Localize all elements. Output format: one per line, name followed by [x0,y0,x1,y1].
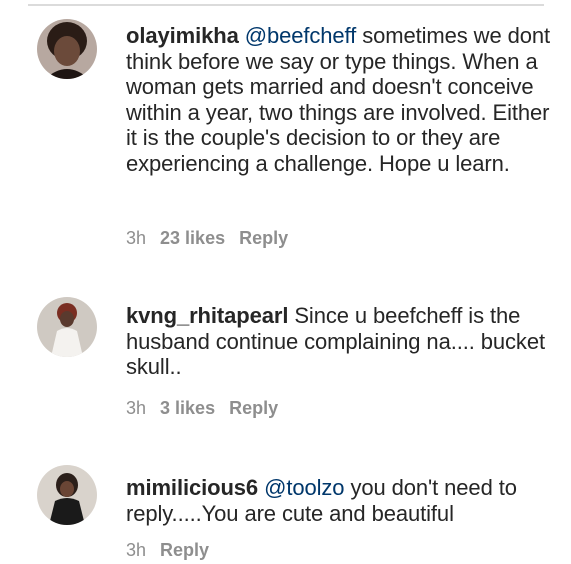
comment-time: 3h [126,540,147,560]
comment-text: kvng_rhitapearl Since u beefcheff is the… [126,303,556,380]
avatar-image [37,465,97,525]
comment-mention[interactable]: @beefcheff [245,23,357,48]
top-divider [28,4,544,6]
avatar[interactable] [37,465,97,525]
avatar-image [37,297,97,357]
comment-meta: 3h 23 likes Reply [126,228,288,249]
comment-meta: 3h Reply [126,540,209,561]
avatar[interactable] [37,297,97,357]
comment-username[interactable]: kvng_rhitapearl [126,303,288,328]
reply-button[interactable]: Reply [239,228,288,249]
likes-count[interactable]: 23 likes [160,228,225,249]
comment-username[interactable]: mimilicious6 [126,475,258,500]
comment-username[interactable]: olayimikha [126,23,239,48]
comment-text: olayimikha @beefcheff sometimes we dont … [126,23,556,176]
reply-button[interactable]: Reply [160,540,209,561]
comment-time: 3h [126,228,147,248]
comment-time: 3h [126,398,147,418]
avatar[interactable] [37,19,97,79]
reply-button[interactable]: Reply [229,398,278,419]
comment-text: mimilicious6 @toolzo you don't need to r… [126,475,556,526]
avatar-image [37,19,97,79]
comment-meta: 3h 3 likes Reply [126,398,278,419]
comment-mention[interactable]: @toolzo [264,475,344,500]
likes-count[interactable]: 3 likes [160,398,215,419]
